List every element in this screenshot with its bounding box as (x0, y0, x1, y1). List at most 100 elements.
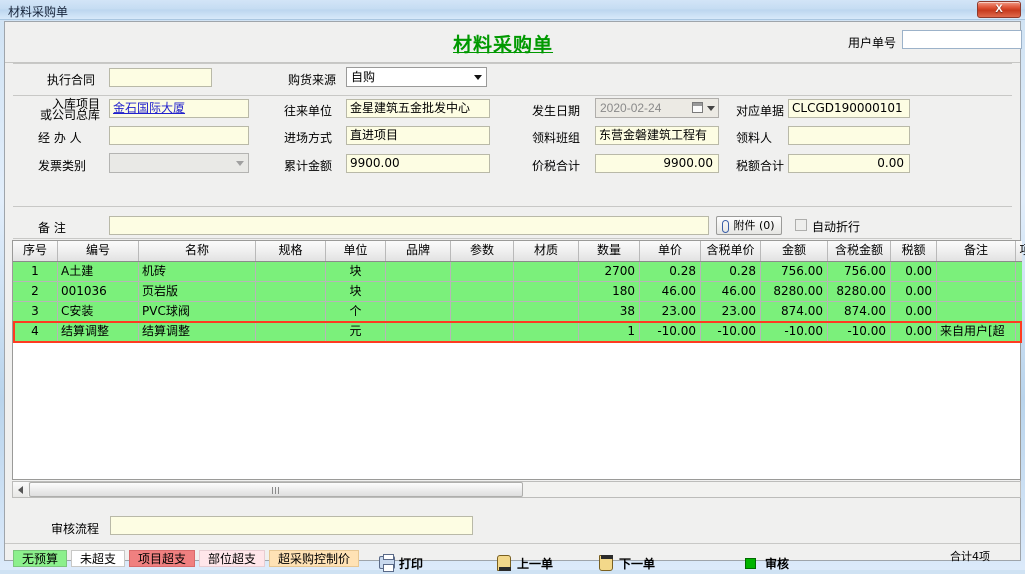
grid-cell-brand[interactable] (386, 322, 451, 341)
grid-cell-name[interactable]: 页岩版 (139, 282, 256, 301)
grid-cell-amount_tax[interactable]: 8280.00 (828, 282, 891, 301)
grid-cell-amount_tax[interactable]: -10.00 (828, 322, 891, 341)
handler-input[interactable] (109, 126, 249, 145)
grid-cell-spec[interactable] (256, 282, 326, 301)
items-grid[interactable]: 序号编号名称规格单位品牌参数材质数量单价含税单价金额含税金额税额备注项 1A土建… (12, 240, 1021, 480)
grid-cell-qty[interactable]: 1 (579, 322, 640, 341)
grid-cell-material[interactable] (514, 282, 579, 301)
grid-column-header-material[interactable]: 材质 (514, 241, 579, 261)
grid-cell-param[interactable] (451, 262, 514, 281)
contract-input[interactable] (109, 68, 212, 87)
user-no-input[interactable] (902, 30, 1022, 49)
grid-cell-item[interactable] (1016, 302, 1025, 321)
invoice-type-select[interactable] (109, 153, 249, 173)
grid-cell-tax[interactable]: 0.00 (891, 322, 937, 341)
grid-cell-unit[interactable]: 元 (326, 322, 386, 341)
grid-cell-price[interactable]: 23.00 (640, 302, 701, 321)
grid-cell-code[interactable]: 001036 (58, 282, 139, 301)
grid-cell-material[interactable] (514, 262, 579, 281)
grid-cell-name[interactable]: 机砖 (139, 262, 256, 281)
grid-cell-price[interactable]: 0.28 (640, 262, 701, 281)
grid-column-header-brand[interactable]: 品牌 (386, 241, 451, 261)
grid-cell-code[interactable]: C安装 (58, 302, 139, 321)
grid-cell-seq[interactable]: 3 (13, 302, 58, 321)
grid-cell-item[interactable] (1016, 282, 1025, 301)
grid-cell-amount_tax[interactable]: 874.00 (828, 302, 891, 321)
grid-cell-amount[interactable]: -10.00 (761, 322, 828, 341)
attachment-button[interactable]: 附件 (0) (716, 216, 782, 235)
grid-column-header-tax[interactable]: 税额 (891, 241, 937, 261)
grid-column-header-code[interactable]: 编号 (58, 241, 139, 261)
horizontal-scrollbar[interactable] (12, 481, 1021, 498)
grid-column-header-amount_tax[interactable]: 含税金额 (828, 241, 891, 261)
grid-cell-seq[interactable]: 4 (13, 322, 58, 341)
team-input[interactable]: 东营金磐建筑工程有 (595, 126, 719, 145)
grid-cell-unit[interactable]: 块 (326, 282, 386, 301)
grid-column-header-seq[interactable]: 序号 (13, 241, 58, 261)
grid-cell-price[interactable]: 46.00 (640, 282, 701, 301)
table-row[interactable]: 3C安装PVC球阀个3823.0023.00874.00874.000.00 (13, 302, 1022, 322)
scroll-left-icon[interactable] (13, 482, 28, 497)
receiver-input[interactable] (788, 126, 910, 145)
grid-cell-tax[interactable]: 0.00 (891, 302, 937, 321)
grid-cell-qty[interactable]: 180 (579, 282, 640, 301)
grid-cell-remark[interactable] (937, 282, 1016, 301)
grid-cell-param[interactable] (451, 282, 514, 301)
grid-column-header-amount[interactable]: 金额 (761, 241, 828, 261)
grid-column-header-name[interactable]: 名称 (139, 241, 256, 261)
auto-wrap-checkbox[interactable] (795, 219, 807, 231)
counterparty-input[interactable]: 金星建筑五金批发中心 (346, 99, 490, 118)
tax-incl-total-input[interactable]: 9900.00 (595, 154, 719, 173)
occur-date-picker[interactable]: 2020-02-24 (595, 98, 719, 118)
grid-cell-seq[interactable]: 2 (13, 282, 58, 301)
table-row[interactable]: 1A土建机砖块27000.280.28756.00756.000.00 (13, 262, 1022, 282)
grid-column-header-spec[interactable]: 规格 (256, 241, 326, 261)
table-row[interactable]: 2001036页岩版块18046.0046.008280.008280.000.… (13, 282, 1022, 302)
grid-cell-seq[interactable]: 1 (13, 262, 58, 281)
scrollbar-thumb[interactable] (29, 482, 523, 497)
grid-cell-item[interactable] (1016, 322, 1025, 341)
remark-input[interactable] (109, 216, 709, 235)
grid-cell-code[interactable]: 结算调整 (58, 322, 139, 341)
grid-column-header-item[interactable]: 项 (1016, 241, 1025, 261)
grid-cell-price_tax[interactable]: 23.00 (701, 302, 761, 321)
grid-cell-brand[interactable] (386, 302, 451, 321)
grid-cell-price_tax[interactable]: 0.28 (701, 262, 761, 281)
purchase-source-select[interactable]: 自购 (346, 67, 487, 87)
grid-cell-unit[interactable]: 块 (326, 262, 386, 281)
grid-cell-brand[interactable] (386, 262, 451, 281)
grid-cell-name[interactable]: PVC球阀 (139, 302, 256, 321)
accumulated-input[interactable]: 9900.00 (346, 154, 490, 173)
grid-cell-code[interactable]: A土建 (58, 262, 139, 281)
grid-cell-unit[interactable]: 个 (326, 302, 386, 321)
grid-column-header-price_tax[interactable]: 含税单价 (701, 241, 761, 261)
grid-cell-remark[interactable] (937, 262, 1016, 281)
corresponding-doc-input[interactable]: CLCGD190000101 (788, 99, 910, 118)
grid-cell-brand[interactable] (386, 282, 451, 301)
entry-method-input[interactable]: 直进项目 (346, 126, 490, 145)
grid-cell-material[interactable] (514, 302, 579, 321)
grid-column-header-price[interactable]: 单价 (640, 241, 701, 261)
grid-cell-spec[interactable] (256, 262, 326, 281)
grid-cell-qty[interactable]: 2700 (579, 262, 640, 281)
grid-cell-name[interactable]: 结算调整 (139, 322, 256, 341)
grid-column-header-remark[interactable]: 备注 (937, 241, 1016, 261)
grid-cell-tax[interactable]: 0.00 (891, 282, 937, 301)
grid-cell-price[interactable]: -10.00 (640, 322, 701, 341)
close-icon[interactable]: X (977, 1, 1021, 18)
grid-cell-qty[interactable]: 38 (579, 302, 640, 321)
grid-cell-spec[interactable] (256, 302, 326, 321)
grid-cell-remark[interactable]: 来自用户[超 (937, 322, 1016, 341)
grid-cell-amount[interactable]: 874.00 (761, 302, 828, 321)
grid-cell-param[interactable] (451, 302, 514, 321)
grid-cell-param[interactable] (451, 322, 514, 341)
grid-cell-remark[interactable] (937, 302, 1016, 321)
grid-cell-spec[interactable] (256, 322, 326, 341)
grid-column-header-qty[interactable]: 数量 (579, 241, 640, 261)
grid-cell-amount_tax[interactable]: 756.00 (828, 262, 891, 281)
grid-cell-tax[interactable]: 0.00 (891, 262, 937, 281)
grid-cell-amount[interactable]: 756.00 (761, 262, 828, 281)
table-row[interactable]: 4结算调整结算调整元1-10.00-10.00-10.00-10.000.00来… (13, 322, 1022, 342)
grid-cell-price_tax[interactable]: 46.00 (701, 282, 761, 301)
approval-flow-input[interactable] (110, 516, 473, 535)
